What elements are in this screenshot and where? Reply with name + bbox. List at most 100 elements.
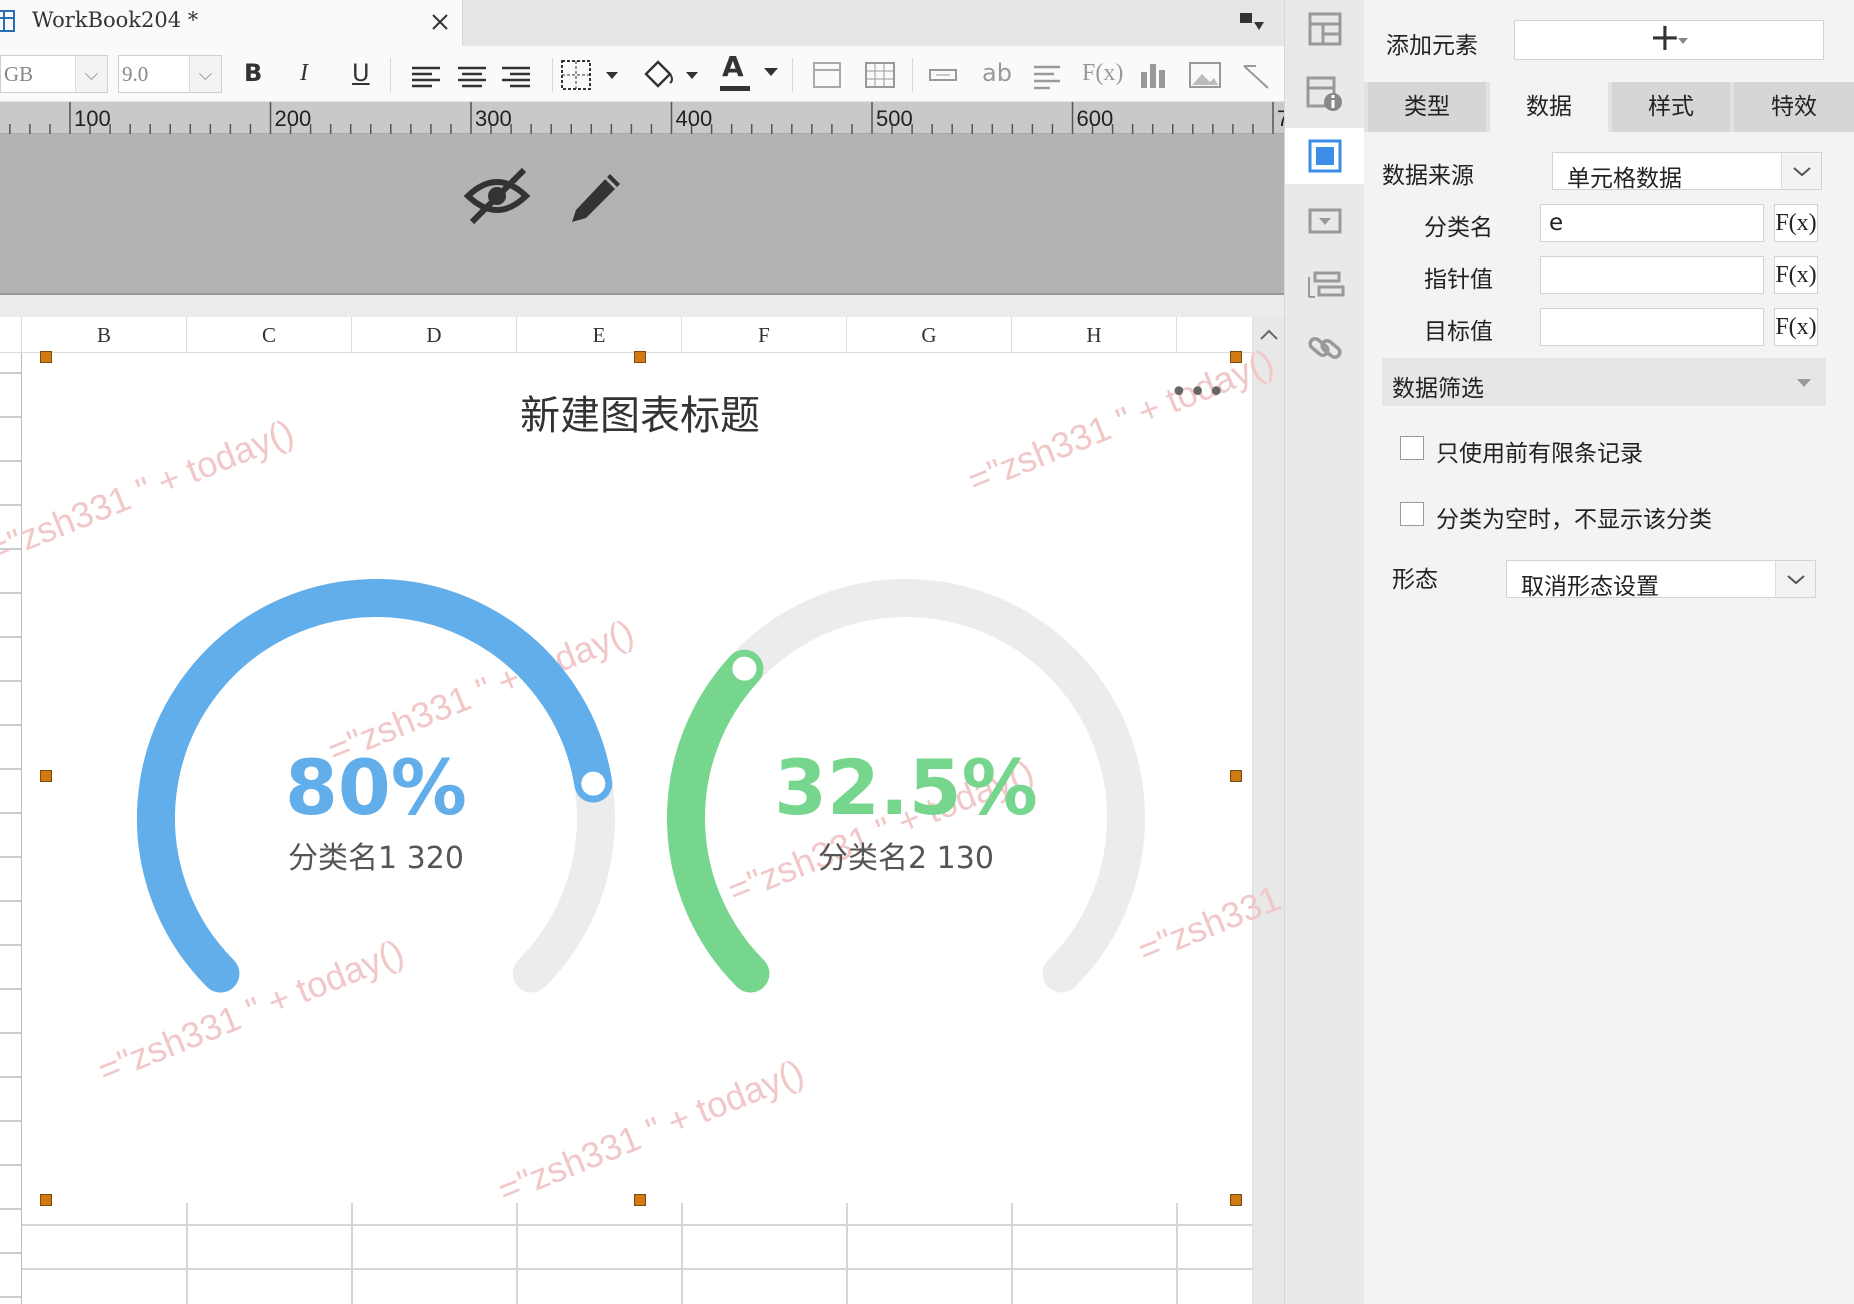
add-element-button[interactable]: +: [1514, 15, 1824, 60]
ruler-ticks: 100 200 300 400 500 600 7: [9, 102, 1284, 134]
line-icon[interactable]: [1240, 60, 1272, 90]
fill-color-icon[interactable]: [640, 56, 706, 92]
data-filter-section[interactable]: 数据筛选: [1382, 358, 1826, 406]
grid-lines: [22, 1203, 1252, 1304]
category-input[interactable]: e: [1540, 204, 1764, 242]
cell-grid[interactable]: [22, 1203, 1252, 1304]
limited-records-label: 只使用前有限条记录: [1436, 441, 1643, 467]
font-name-select[interactable]: GB ⌵: [0, 55, 108, 93]
toolbar-divider: [552, 58, 553, 92]
resize-handle[interactable]: [40, 770, 52, 782]
gauge-pointer-dot: [726, 650, 763, 687]
category-formula-button[interactable]: F(x): [1774, 204, 1818, 242]
resize-handle[interactable]: [1230, 1194, 1242, 1206]
target-label: 目标值: [1424, 319, 1493, 345]
layer-button[interactable]: [1285, 258, 1365, 314]
pointer-label: 指针值: [1424, 267, 1493, 293]
resize-handle[interactable]: [40, 1194, 52, 1206]
gauge-label-1: 分类名1 320: [288, 841, 464, 876]
close-icon[interactable]: [430, 12, 450, 32]
pencil-icon[interactable]: [564, 162, 630, 228]
category-label: 分类名: [1424, 215, 1493, 241]
column-header-b[interactable]: B: [22, 317, 187, 353]
chevron-down-icon[interactable]: [762, 66, 780, 78]
chevron-down-icon: ⌵: [75, 56, 107, 92]
textbox-icon[interactable]: [928, 66, 960, 84]
column-header-g[interactable]: G: [847, 317, 1012, 353]
tab-style[interactable]: 样式: [1612, 82, 1730, 132]
border-icon[interactable]: [560, 58, 626, 92]
font-size-select[interactable]: 9.0 ⌵: [118, 55, 222, 93]
link-icon: [1308, 337, 1342, 359]
resize-handle[interactable]: [1230, 351, 1242, 363]
collapse-icon[interactable]: [1238, 10, 1266, 36]
align-buttons[interactable]: [410, 62, 540, 92]
ruler-label: 100: [74, 106, 111, 131]
grid-icon: [1308, 12, 1342, 46]
vertical-scrollbar[interactable]: [1252, 317, 1284, 1304]
text-align-icon[interactable]: [1032, 62, 1064, 90]
column-header-f[interactable]: F: [682, 317, 847, 353]
tab-effects[interactable]: 特效: [1734, 82, 1854, 132]
chevron-down-icon: [1678, 38, 1688, 44]
hyperlink-button[interactable]: [1285, 320, 1365, 376]
column-header-h[interactable]: H: [1012, 317, 1177, 353]
text-color-bar: [720, 86, 750, 91]
ruler-label: 200: [275, 106, 312, 131]
pointer-input[interactable]: [1540, 256, 1764, 294]
pointer-formula-button[interactable]: F(x): [1774, 256, 1818, 294]
chevron-down-icon: [1797, 379, 1811, 387]
resize-handle[interactable]: [634, 351, 646, 363]
add-element-label: 添加元素: [1386, 33, 1478, 59]
cell-info-button[interactable]: [1285, 66, 1365, 122]
text-color-button[interactable]: A: [722, 52, 744, 82]
tab-type[interactable]: 类型: [1368, 82, 1486, 132]
cell-element-button[interactable]: [1285, 2, 1365, 58]
bold-button[interactable]: B: [244, 58, 262, 88]
hide-empty-checkbox[interactable]: [1400, 502, 1424, 526]
gauge-pointer-dot: [575, 765, 612, 802]
resize-handle[interactable]: [40, 351, 52, 363]
scroll-up-icon[interactable]: [1259, 327, 1279, 341]
text-label-button[interactable]: ab: [982, 58, 1012, 88]
italic-button[interactable]: I: [300, 58, 308, 88]
resize-handle[interactable]: [1230, 770, 1242, 782]
form-select[interactable]: 取消形态设置: [1506, 560, 1816, 600]
chart-property-button[interactable]: [1285, 128, 1365, 184]
select-frame-icon: [1308, 139, 1342, 173]
chart-insert-icon[interactable]: [1138, 60, 1170, 90]
eye-off-icon[interactable]: [462, 164, 532, 226]
target-formula-button[interactable]: F(x): [1774, 308, 1818, 346]
tab-data[interactable]: 数据: [1490, 82, 1608, 132]
side-icon-bar: [1284, 0, 1365, 1304]
editor-area: WorkBook204 * GB ⌵ 9.0 ⌵ B I U A ab F(x)…: [0, 0, 1449, 1304]
toolbar-divider: [912, 58, 913, 92]
column-header-d[interactable]: D: [352, 317, 517, 353]
chevron-down-icon: [1775, 561, 1815, 597]
limited-records-checkbox[interactable]: [1400, 436, 1424, 460]
ruler-label: 500: [876, 106, 913, 131]
component-toolbar-band: [0, 134, 1284, 295]
workbook-tab[interactable]: WorkBook204 *: [0, 0, 463, 46]
resize-handle[interactable]: [634, 1194, 646, 1206]
workbook-icon: [0, 10, 15, 32]
tab-title: WorkBook204 *: [32, 8, 199, 32]
image-insert-icon[interactable]: [1188, 60, 1222, 90]
chevron-down-icon: ⌵: [189, 56, 221, 92]
form-label: 形态: [1392, 567, 1438, 593]
table-icon[interactable]: [864, 60, 896, 90]
column-header-c[interactable]: C: [187, 317, 352, 353]
column-header-e[interactable]: E: [517, 317, 682, 353]
formula-button[interactable]: F(x): [1082, 58, 1123, 88]
data-source-select[interactable]: 单元格数据: [1552, 152, 1822, 192]
target-input[interactable]: [1540, 308, 1764, 346]
property-panel: 添加元素 + 类型 数据 样式 特效 数据来源 单元格数据 分类名 e F(x)…: [1364, 0, 1854, 1304]
band-gap: [0, 295, 1284, 317]
gauge-value-1: 80%: [285, 743, 467, 832]
widget-button[interactable]: [1285, 194, 1365, 250]
info-icon: [1306, 76, 1342, 111]
chart-component[interactable]: ="zsh331 " + today() ="zsh331 " + today(…: [0, 341, 1449, 1211]
merge-cells-icon[interactable]: [812, 60, 842, 90]
dropdown-widget-icon: [1308, 208, 1342, 234]
underline-button[interactable]: U: [352, 58, 370, 88]
